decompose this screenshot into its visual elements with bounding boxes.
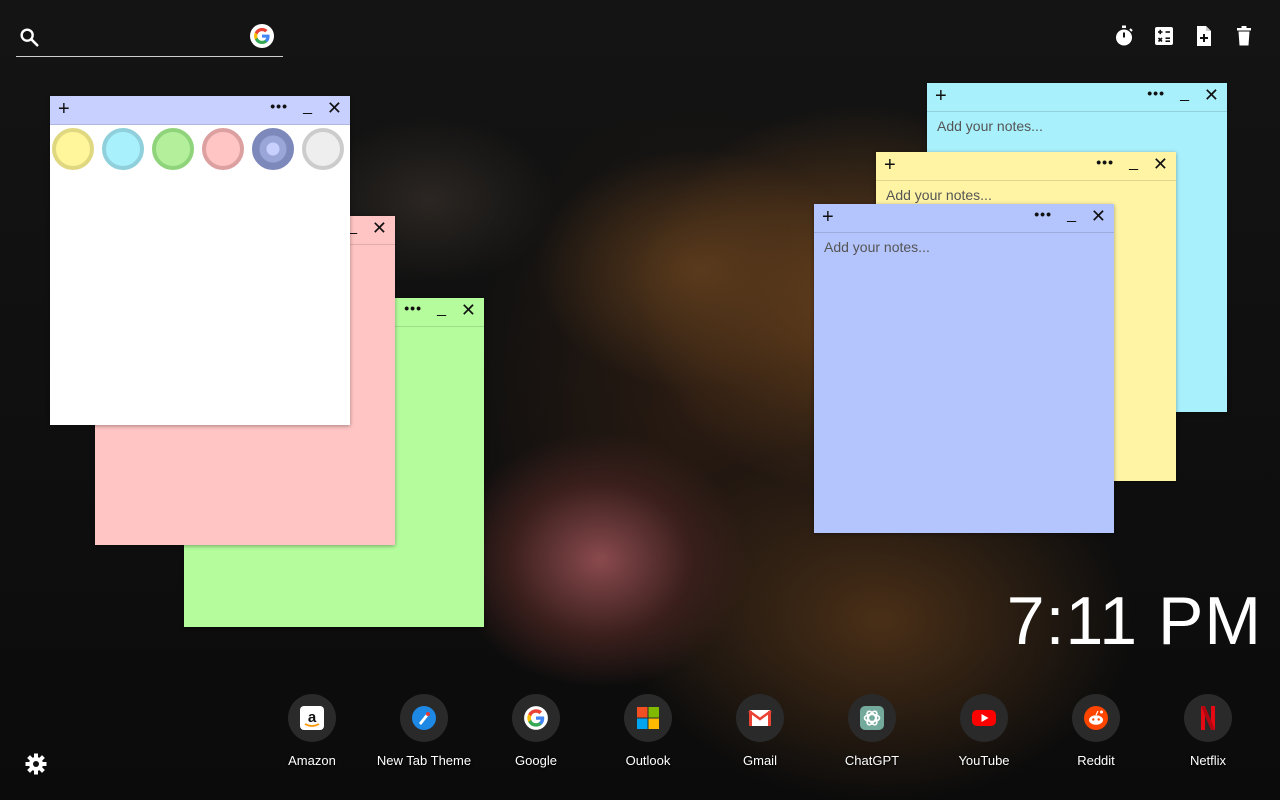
more-options-icon[interactable]: ••• bbox=[270, 98, 288, 114]
close-icon[interactable]: ✕ bbox=[1204, 85, 1219, 106]
minimize-icon[interactable]: _ bbox=[1067, 206, 1076, 224]
shortcut-label: Outlook bbox=[625, 753, 671, 768]
sticky-note-white: + ••• _ ✕ bbox=[50, 96, 350, 425]
close-icon[interactable]: ✕ bbox=[461, 300, 476, 321]
shortcut-label: ChatGPT bbox=[844, 753, 900, 768]
color-swatch-cyan[interactable] bbox=[102, 128, 144, 170]
gear-icon[interactable] bbox=[24, 752, 48, 776]
note-textarea[interactable] bbox=[814, 233, 1114, 533]
add-note-plus-icon[interactable]: + bbox=[884, 155, 896, 175]
search-icon[interactable] bbox=[18, 26, 40, 48]
shortcut-label: Google bbox=[515, 753, 557, 768]
close-icon[interactable]: ✕ bbox=[372, 218, 387, 239]
svg-text:a: a bbox=[308, 709, 317, 726]
shortcut-label: Gmail bbox=[743, 753, 777, 768]
shortcut-new-tab-theme[interactable]: New Tab Theme bbox=[368, 694, 480, 768]
note-title-bar[interactable]: + ••• _ ✕ bbox=[814, 204, 1114, 233]
shortcut-netflix[interactable]: Netflix bbox=[1152, 694, 1264, 768]
trash-icon[interactable] bbox=[1232, 24, 1256, 48]
more-options-icon[interactable]: ••• bbox=[1147, 85, 1165, 101]
google-icon bbox=[512, 694, 560, 742]
shortcut-label: Netflix bbox=[1189, 753, 1227, 768]
timer-icon[interactable] bbox=[1112, 24, 1136, 48]
add-note-plus-icon[interactable]: + bbox=[58, 99, 70, 119]
sticky-note-blue: + ••• _ ✕ bbox=[814, 204, 1114, 533]
minimize-icon[interactable]: _ bbox=[1129, 154, 1138, 172]
more-options-icon[interactable]: ••• bbox=[1034, 206, 1052, 222]
note-title-bar[interactable]: + ••• _ ✕ bbox=[876, 152, 1176, 181]
search-input[interactable] bbox=[50, 26, 254, 52]
minimize-icon[interactable]: _ bbox=[437, 300, 446, 318]
clock: 7:11 PM bbox=[1006, 583, 1262, 659]
minimize-icon[interactable]: _ bbox=[303, 98, 312, 116]
close-icon[interactable]: ✕ bbox=[1091, 206, 1106, 227]
shortcut-label: YouTube bbox=[958, 753, 1010, 768]
youtube-icon bbox=[960, 694, 1008, 742]
shortcut-label: New Tab Theme bbox=[376, 753, 472, 768]
shortcut-google[interactable]: Google bbox=[480, 694, 592, 768]
reddit-icon bbox=[1072, 694, 1120, 742]
gmail-icon bbox=[736, 694, 784, 742]
google-g-icon[interactable] bbox=[250, 24, 274, 48]
shortcut-label: Reddit bbox=[1077, 753, 1115, 768]
shortcut-gmail[interactable]: Gmail bbox=[704, 694, 816, 768]
more-options-icon[interactable]: ••• bbox=[404, 300, 422, 316]
note-title-bar[interactable]: + ••• _ ✕ bbox=[50, 96, 350, 125]
note-title-bar[interactable]: + ••• _ ✕ bbox=[927, 83, 1227, 112]
close-icon[interactable]: ✕ bbox=[327, 98, 342, 119]
shortcut-youtube[interactable]: YouTube bbox=[928, 694, 1040, 768]
color-swatch-pink[interactable] bbox=[202, 128, 244, 170]
search-bar bbox=[16, 24, 283, 57]
add-note-plus-icon[interactable]: + bbox=[822, 207, 834, 227]
color-swatch-yellow[interactable] bbox=[52, 128, 94, 170]
netflix-icon bbox=[1184, 694, 1232, 742]
chatgpt-icon bbox=[848, 694, 896, 742]
shortcut-label: Amazon bbox=[288, 753, 336, 768]
minimize-icon[interactable]: _ bbox=[1180, 85, 1189, 103]
outlook-icon bbox=[624, 694, 672, 742]
shortcut-reddit[interactable]: Reddit bbox=[1040, 694, 1152, 768]
shortcut-outlook[interactable]: Outlook bbox=[592, 694, 704, 768]
color-swatch-white[interactable] bbox=[302, 128, 344, 170]
calculator-icon[interactable] bbox=[1152, 24, 1176, 48]
close-icon[interactable]: ✕ bbox=[1153, 154, 1168, 175]
color-swatch-green[interactable] bbox=[152, 128, 194, 170]
add-note-plus-icon[interactable]: + bbox=[935, 86, 947, 106]
add-note-icon[interactable] bbox=[1192, 24, 1216, 48]
new-tab-theme-icon bbox=[400, 694, 448, 742]
color-swatch-blue[interactable] bbox=[252, 128, 294, 170]
shortcut-chatgpt[interactable]: ChatGPT bbox=[816, 694, 928, 768]
shortcut-amazon[interactable]: a Amazon bbox=[256, 694, 368, 768]
amazon-icon: a bbox=[288, 694, 336, 742]
more-options-icon[interactable]: ••• bbox=[1096, 154, 1114, 170]
